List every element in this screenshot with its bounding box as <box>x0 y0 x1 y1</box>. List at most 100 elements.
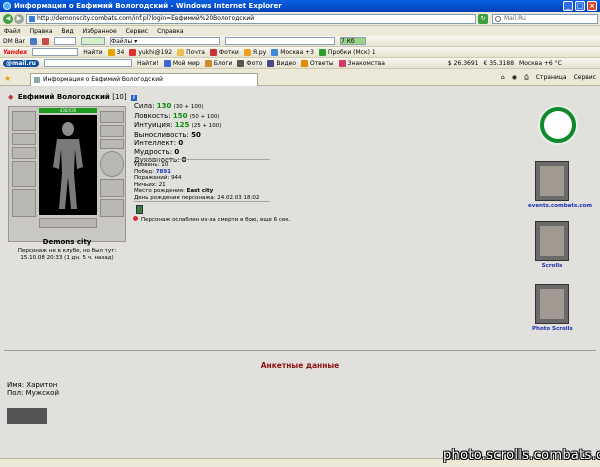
info-icon[interactable]: i <box>131 95 138 101</box>
traffic-button[interactable]: Пробки (Мск) 1 <box>319 48 376 56</box>
boots-slot[interactable] <box>100 199 124 217</box>
tool-icon[interactable] <box>41 37 49 45</box>
yandex-find-button[interactable]: Найти <box>83 49 102 56</box>
mailru-video[interactable]: Видео <box>267 59 296 67</box>
bracer-slot[interactable] <box>100 125 124 137</box>
earring-slot[interactable] <box>12 133 36 145</box>
back-button[interactable]: ◀ <box>3 14 13 24</box>
stat-agility: Ловкость: 150 (50 + 100) <box>134 111 220 120</box>
profile-name: Имя: Харитон <box>7 381 58 389</box>
tools-menu[interactable]: Сервис <box>574 74 596 82</box>
video-icon <box>267 59 275 67</box>
mailru-answers[interactable]: Ответы <box>300 59 334 67</box>
mailru-find-button[interactable]: Найти! <box>137 60 159 67</box>
files-label: Файлы <box>110 38 133 45</box>
visit-counter[interactable] <box>7 408 47 424</box>
events-banner[interactable] <box>535 161 569 201</box>
url-text: http://demonscity.combats.com/inf.pl?log… <box>37 15 255 22</box>
usd-rate[interactable]: $ 26.3691 <box>448 60 479 67</box>
character-header: ◆ Евфимий Вологодский [10] i <box>8 93 138 101</box>
arrow-icon: ◆ <box>8 93 14 101</box>
dating-icon <box>338 59 346 67</box>
legs-slot[interactable] <box>100 179 124 197</box>
helmet-slot[interactable] <box>12 111 36 131</box>
minimize-button[interactable]: _ <box>563 1 573 11</box>
details-divider <box>134 201 270 202</box>
home-icon[interactable]: ⌂ <box>501 74 505 82</box>
mail-button[interactable]: Почта <box>177 48 205 56</box>
city-name: Demons city <box>42 238 92 246</box>
mailru-search-input[interactable] <box>43 59 132 67</box>
forward-button[interactable]: ▶ <box>14 14 24 24</box>
mailru-mymir[interactable]: Мой мир <box>163 59 200 67</box>
user-button[interactable]: yukhi@192 <box>129 48 172 56</box>
tab-character-info[interactable]: Информация о Евфимий Вологодский <box>30 73 258 86</box>
last-seen: 15.10.08 20:33 (1 дн. 5 ч. назад) <box>20 255 114 261</box>
maximize-button[interactable]: □ <box>575 1 585 11</box>
menu-edit[interactable]: Правка <box>30 27 53 36</box>
menu-favorites[interactable]: Избранное <box>83 27 117 36</box>
toolbar-dropdown[interactable] <box>224 37 335 45</box>
refresh-button[interactable]: ↻ <box>478 14 488 24</box>
hp-bar: 430/430 <box>39 108 97 113</box>
weapon-slot[interactable] <box>12 161 36 187</box>
search-placeholder: Mail.Ru <box>504 15 526 22</box>
dm-field[interactable] <box>53 37 76 45</box>
mailru-dating[interactable]: Знакомства <box>338 59 385 67</box>
window-title: Информация о Евфимий Вологодский - Windo… <box>14 2 282 10</box>
events-link[interactable]: events.combats.com <box>528 203 592 209</box>
tool-icon[interactable] <box>29 37 37 45</box>
mailru-weather[interactable]: Москва +6 °C <box>519 60 562 67</box>
print-icon[interactable]: ⎙ <box>524 74 529 82</box>
dm-bar-toolbar: DM Bar Файлы ▾ 7 Кб <box>0 36 600 47</box>
camera-icon <box>237 59 245 67</box>
mailru-blogs[interactable]: Блоги <box>204 59 232 67</box>
menu-tools[interactable]: Сервис <box>126 27 148 36</box>
rank-badge-icon <box>136 205 143 214</box>
photo-scrolls-link[interactable]: Photo Scrolls <box>532 326 573 332</box>
yandex-search-input[interactable] <box>32 48 79 56</box>
close-button[interactable]: × <box>587 1 597 11</box>
watermark: photo.scrolls.combats.com <box>443 448 600 463</box>
url-input[interactable]: http://demonscity.combats.com/inf.pl?log… <box>26 14 476 24</box>
photo-scrolls-banner[interactable] <box>535 284 569 324</box>
yaru-button[interactable]: Я.ру <box>243 48 266 56</box>
dm-green-field[interactable] <box>80 37 105 45</box>
stat-endurance: Выносливость: 50 <box>134 130 201 139</box>
weather-button[interactable]: Москва +3 <box>271 48 314 56</box>
count-badge[interactable]: 34 <box>107 48 124 56</box>
gloves-slot[interactable] <box>100 111 124 123</box>
section-divider <box>4 350 596 351</box>
favorites-star-icon[interactable]: ★ <box>4 75 11 83</box>
effect-row: Персонаж ослаблен из-за смерти в бою, ещ… <box>133 216 290 223</box>
mailru-photo[interactable]: Фото <box>237 59 262 67</box>
yandex-toolbar: Yandex Найти 34 yukhi@192 Почта Фотки Я.… <box>0 47 600 58</box>
presence-info: Персонаж не в клубе, но был тут: 15.10.0… <box>8 248 126 262</box>
stat-strength: Сила: 130 (30 + 100) <box>134 102 204 110</box>
amulet-slot[interactable] <box>12 147 36 159</box>
armor-slot[interactable] <box>12 189 36 217</box>
photo-button[interactable]: Фотки <box>209 48 239 56</box>
search-input[interactable]: Mail.Ru <box>492 14 598 24</box>
ring-slots[interactable] <box>100 139 124 149</box>
menu-help[interactable]: Справка <box>157 27 183 36</box>
eur-rate[interactable]: € 35.3188 <box>483 60 514 67</box>
fist-emblem-icon <box>540 166 564 196</box>
details-block: Уровень: 10 Побед: 7891 Поражений: 944 Н… <box>134 162 259 201</box>
menu-file[interactable]: Файл <box>4 27 21 36</box>
club-logo[interactable] <box>538 105 578 145</box>
scrolls-link[interactable]: Scrolls <box>535 263 569 269</box>
weather-icon <box>271 48 279 56</box>
page-menu[interactable]: Страница <box>536 74 567 82</box>
belt-slot[interactable] <box>39 218 97 228</box>
yandex-logo: Yandex <box>3 48 28 56</box>
presence-line: Персонаж не в клубе, но был тут: <box>17 248 117 254</box>
files-select[interactable]: Файлы ▾ <box>109 37 220 45</box>
ie-icon <box>3 2 11 10</box>
shield-slot[interactable] <box>100 151 124 177</box>
menu-view[interactable]: Вид <box>61 27 73 36</box>
feeds-icon[interactable]: ◉ <box>512 74 517 82</box>
scrolls-banner[interactable] <box>535 221 569 261</box>
menu-bar: Файл Правка Вид Избранное Сервис Справка <box>0 27 600 36</box>
user-icon <box>129 48 137 56</box>
